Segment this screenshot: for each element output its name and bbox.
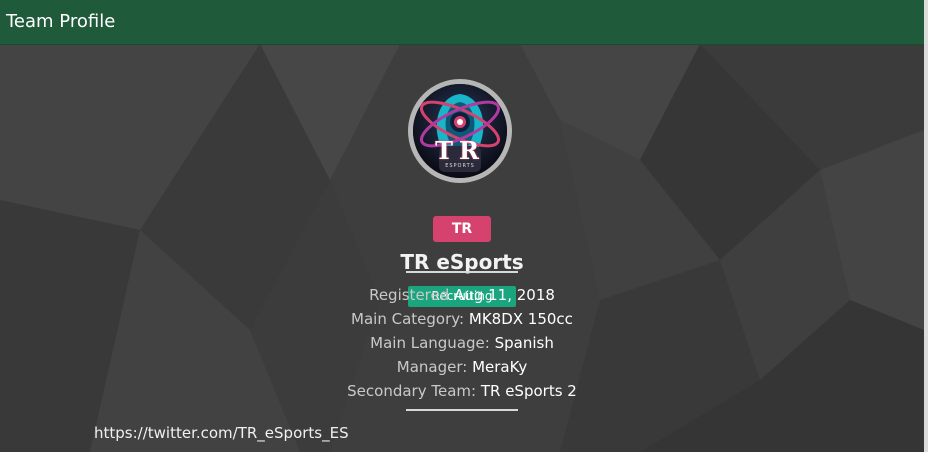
divider-top xyxy=(406,271,518,273)
detail-main-category: Main Category: MK8DX 150cc xyxy=(0,307,924,331)
detail-label: Registered xyxy=(369,286,450,304)
team-tag-badge: TR xyxy=(433,216,491,242)
window-edge xyxy=(924,0,928,452)
detail-manager: Manager: MeraKy xyxy=(0,355,924,379)
logo-text: TR xyxy=(435,136,485,165)
header-bar: Team Profile xyxy=(0,0,924,45)
logo-subtext: ESPORTS xyxy=(445,163,475,169)
detail-value: Aug 11, 2018 xyxy=(454,286,555,304)
detail-secondary-team: Secondary Team: TR eSports 2 xyxy=(0,379,924,403)
detail-label: Main Category: xyxy=(351,310,465,328)
team-profile-content: TR ESPORTS TR TR eSports Recruiting Regi… xyxy=(0,45,924,452)
page-title: Team Profile xyxy=(6,11,116,32)
detail-label: Secondary Team: xyxy=(347,382,477,400)
detail-value: MK8DX 150cc xyxy=(468,310,573,328)
detail-value[interactable]: TR eSports 2 xyxy=(481,382,577,400)
detail-registered: Registered Aug 11, 2018 xyxy=(0,283,924,307)
detail-value: Spanish xyxy=(494,334,554,352)
detail-label: Manager: xyxy=(396,358,468,376)
detail-label: Main Language: xyxy=(370,334,490,352)
team-avatar: TR ESPORTS xyxy=(408,79,512,183)
divider-bottom xyxy=(406,409,518,411)
detail-main-language: Main Language: Spanish xyxy=(0,331,924,355)
detail-value[interactable]: MeraKy xyxy=(472,358,527,376)
team-logo-icon: TR ESPORTS xyxy=(413,84,507,178)
